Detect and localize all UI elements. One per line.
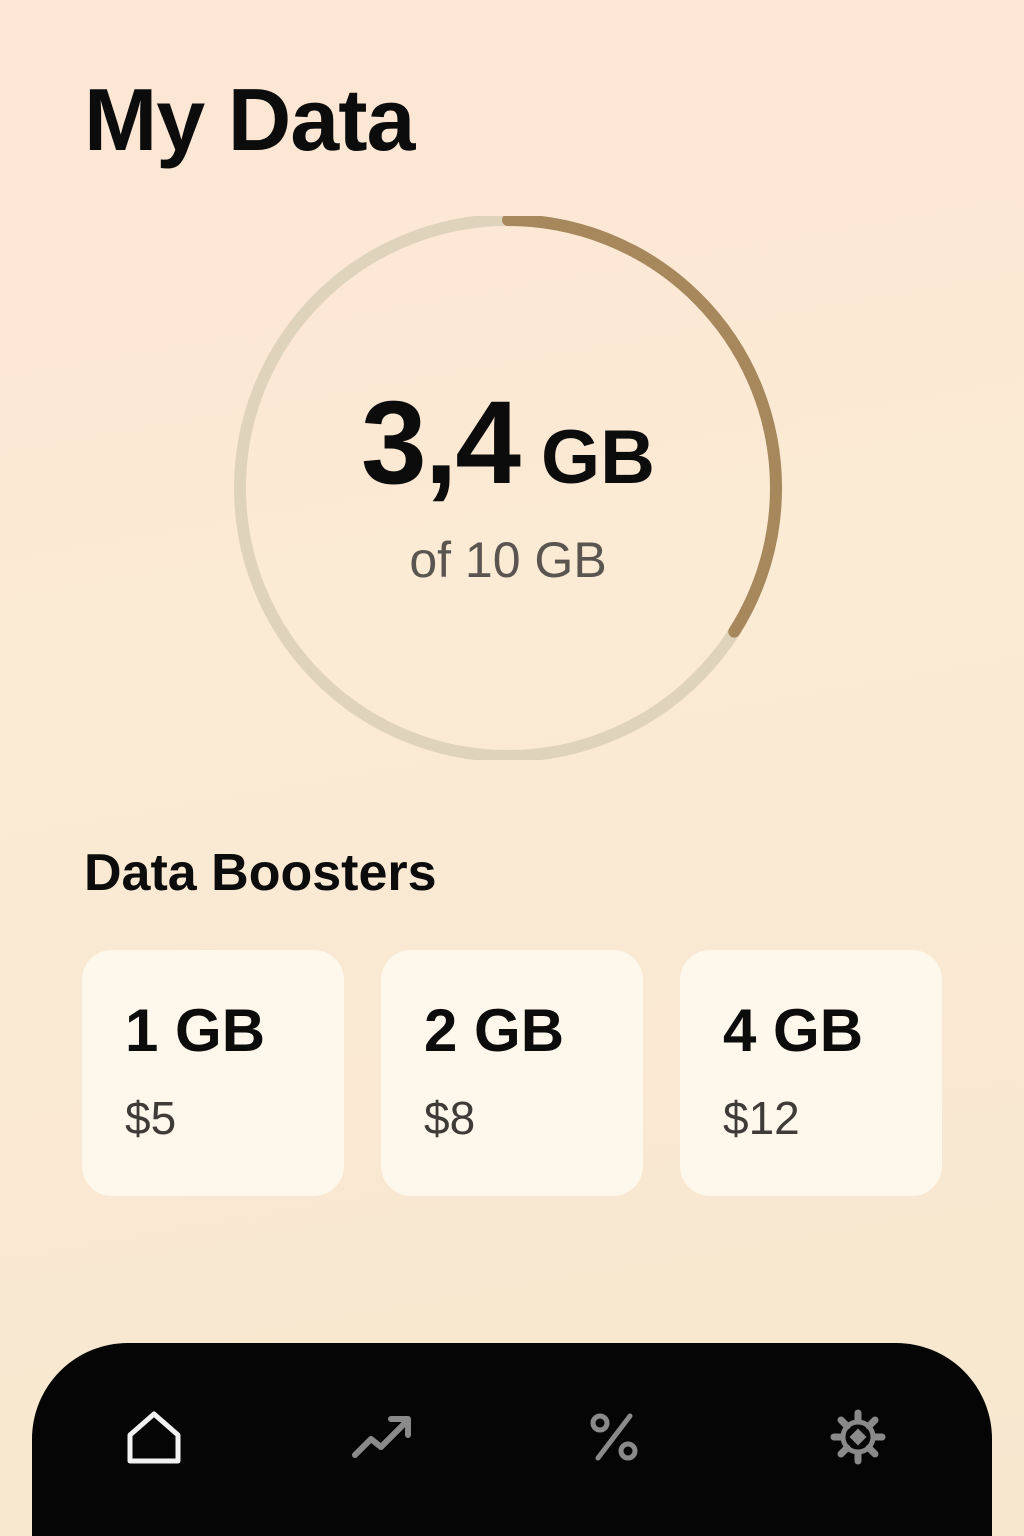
settings-gear-icon bbox=[830, 1409, 886, 1465]
nav-settings[interactable] bbox=[826, 1405, 890, 1469]
nav-home[interactable] bbox=[122, 1405, 186, 1469]
usage-readout: 3,4 GB of 10 GB bbox=[232, 216, 784, 760]
booster-size: 2 GB bbox=[424, 997, 565, 1064]
boosters-list: 1 GB $5 2 GB $8 4 GB $12 bbox=[82, 950, 942, 1196]
nav-offers[interactable] bbox=[582, 1405, 646, 1469]
percent-icon bbox=[590, 1413, 638, 1461]
booster-card-4gb[interactable]: 4 GB $12 bbox=[680, 950, 942, 1196]
usage-used-unit: GB bbox=[541, 415, 656, 500]
data-usage-ring: 3,4 GB of 10 GB bbox=[232, 216, 784, 760]
boosters-section-title: Data Boosters bbox=[84, 844, 437, 902]
trending-up-icon bbox=[352, 1416, 411, 1458]
booster-size: 4 GB bbox=[723, 997, 864, 1064]
page-title: My Data bbox=[84, 70, 415, 169]
booster-price: $12 bbox=[723, 1092, 800, 1144]
usage-total-label: of 10 GB bbox=[409, 532, 607, 588]
booster-size: 1 GB bbox=[125, 997, 266, 1064]
usage-used-value: 3,4 bbox=[360, 377, 521, 509]
bottom-nav-bar bbox=[32, 1343, 992, 1536]
booster-price: $8 bbox=[424, 1092, 476, 1144]
booster-card-1gb[interactable]: 1 GB $5 bbox=[82, 950, 344, 1196]
nav-trends[interactable] bbox=[350, 1405, 414, 1469]
booster-card-2gb[interactable]: 2 GB $8 bbox=[381, 950, 643, 1196]
booster-price: $5 bbox=[125, 1092, 177, 1144]
home-icon bbox=[127, 1411, 181, 1464]
